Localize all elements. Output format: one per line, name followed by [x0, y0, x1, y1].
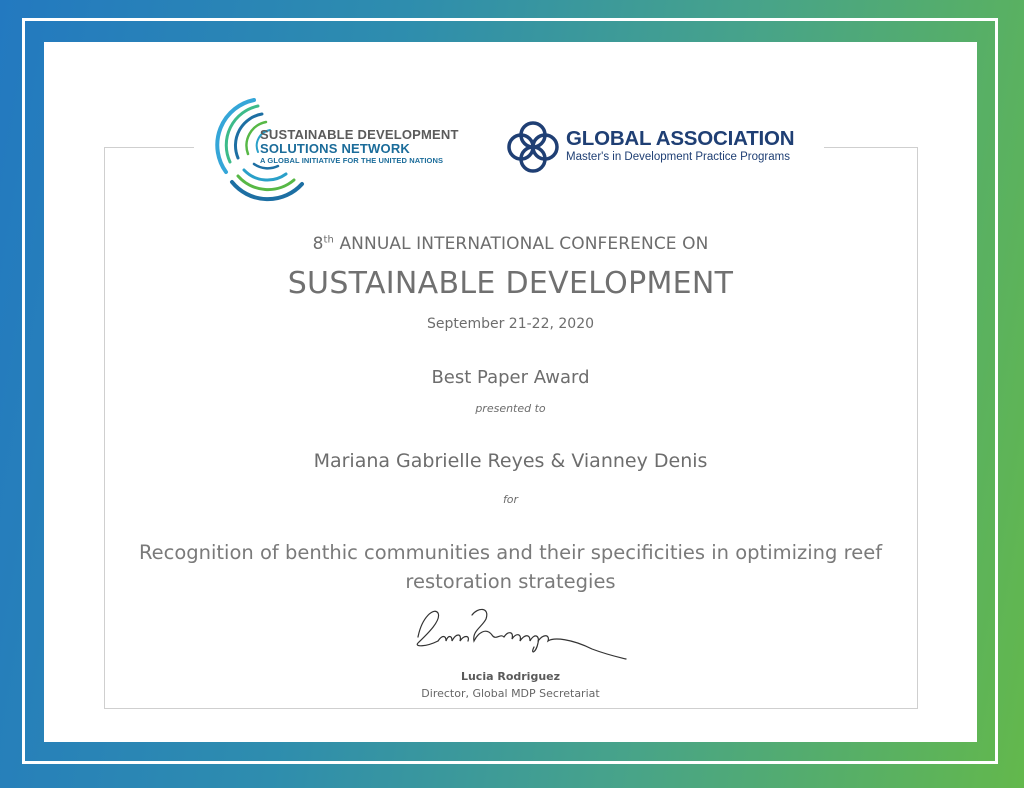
certificate-border: SUSTAINABLE DEVELOPMENT SOLUTIONS NETWOR… [0, 0, 1024, 788]
interlocking-circles-logo-icon [507, 121, 559, 173]
sdsn-line-1: SUSTAINABLE DEVELOPMENT [260, 127, 459, 142]
paper-title: Recognition of benthic communities and t… [138, 541, 883, 593]
conference-ordinal: 8 [312, 234, 324, 254]
sdsn-wordmark: SUSTAINABLE DEVELOPMENT SOLUTIONS NETWOR… [260, 128, 490, 166]
ga-wordmark: GLOBAL ASSOCIATION Master's in Developme… [566, 128, 826, 164]
conference-ordinal-suffix: th [323, 234, 334, 246]
conference-line-text: ANNUAL INTERNATIONAL CONFERENCE ON [333, 234, 709, 254]
recipient-names: Mariana Gabrielle Reyes & Vianney Denis [313, 450, 708, 472]
presented-to-label: presented to [475, 402, 546, 415]
handwritten-signature [416, 608, 627, 660]
ga-line-2: Master's in Development Practice Program… [566, 151, 790, 163]
sdsn-line-2: SOLUTIONS NETWORK [260, 141, 411, 156]
ga-line-1: GLOBAL ASSOCIATION [566, 127, 795, 150]
certificate-paper: SUSTAINABLE DEVELOPMENT SOLUTIONS NETWOR… [44, 42, 977, 742]
signatory-name: Lucia Rodriguez [460, 670, 561, 683]
logo-header: SUSTAINABLE DEVELOPMENT SOLUTIONS NETWOR… [194, 92, 824, 202]
award-name: Best Paper Award [431, 367, 590, 388]
conference-date: September 21-22, 2020 [426, 316, 595, 332]
conference-line: 8th ANNUAL INTERNATIONAL CONFERENCE ON [44, 234, 977, 254]
signatory-role: Director, Global MDP Secretariat [421, 687, 600, 700]
for-label: for [502, 493, 519, 506]
conference-title: SUSTAINABLE DEVELOPMENT [287, 266, 734, 301]
sdsn-line-3: A GLOBAL INITIATIVE FOR THE UNITED NATIO… [260, 156, 444, 165]
